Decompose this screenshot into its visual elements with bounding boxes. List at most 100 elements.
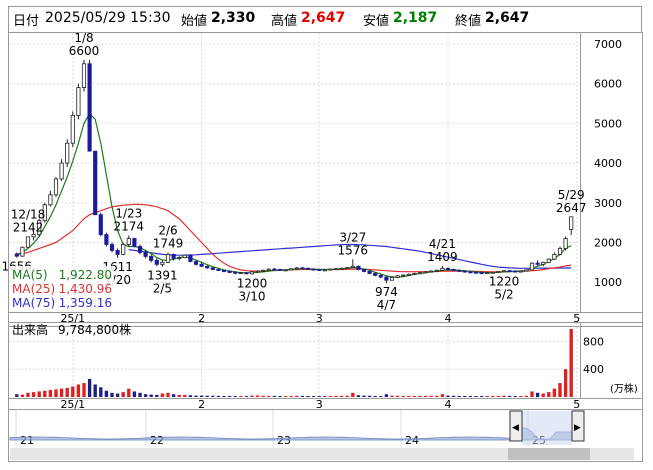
minimap-selection: [522, 411, 572, 445]
volume-bar-72: [418, 395, 422, 397]
legend-ma25-name: MA(25): [12, 282, 55, 296]
candle-body-19: [121, 244, 126, 255]
volume-bar-66: [384, 394, 389, 397]
volume-bar-39: [233, 396, 237, 397]
candle-body-96: [552, 254, 557, 260]
volume-bar-63: [367, 395, 372, 397]
candle-body-81: [468, 271, 473, 274]
volume-bar-21: [132, 391, 137, 397]
price-tick-3000: 3000: [594, 197, 622, 210]
volume-label: 出来高: [12, 322, 48, 337]
volume-bar-78: [451, 395, 456, 397]
annotation-date-12: 5/29: [558, 188, 585, 202]
candle-body-13: [87, 63, 92, 152]
candle-body-77: [445, 267, 451, 270]
candle-body-34: [205, 265, 210, 269]
annotation-price-9: 974: [375, 285, 398, 299]
vol-date-tick-2: 3: [316, 398, 323, 411]
candle-body-20: [126, 238, 131, 245]
legend-ma5-name: MA(5): [12, 268, 48, 282]
candle-body-8: [59, 162, 64, 180]
volume-bar-13: [87, 378, 92, 397]
candle-body-30: [182, 254, 187, 258]
annotation-price-10: 1409: [427, 250, 458, 264]
volume-bar-70: [407, 395, 411, 397]
volume-bar-2: [26, 392, 30, 397]
volume-bar-81: [468, 396, 473, 397]
candle-body-1: [20, 246, 25, 257]
vol-tick-800: 800: [583, 335, 604, 348]
candle-body-11: [76, 87, 81, 116]
volume-bar-71: [412, 395, 417, 397]
candle-body-68: [395, 275, 400, 278]
annotation-date-11: 5/2: [494, 287, 513, 301]
volume-bar-46: [272, 395, 277, 397]
candle-body-18: [115, 250, 120, 255]
date-tick-1: 2: [198, 312, 205, 325]
volume-bar-54: [317, 396, 321, 397]
candle-body-67: [389, 277, 395, 281]
candle-body-72: [417, 272, 423, 275]
volume-bar-8: [59, 388, 64, 397]
candle-body-85: [490, 271, 495, 274]
candle-body-92: [529, 262, 535, 271]
volume-bar-19: [121, 392, 125, 397]
price-grid: [9, 33, 580, 398]
minimap-year-1: 22: [150, 434, 164, 447]
volume-bar-85: [491, 395, 495, 397]
volume-bar-90: [519, 395, 523, 397]
annotation-price-7: 1576: [338, 243, 369, 257]
volume-bar-97: [558, 383, 562, 397]
candle-body-53: [311, 268, 316, 271]
volume-bar-64: [373, 395, 377, 397]
volume-bar-96: [552, 388, 557, 397]
candle-body-88: [507, 270, 512, 273]
volume-bar-41: [244, 396, 249, 397]
minimap-year-0: 21: [20, 434, 34, 447]
price-tick-2000: 2000: [594, 236, 622, 249]
candle-body-21: [132, 238, 137, 247]
volume-bar-49: [289, 395, 293, 397]
volume-bar-59: [345, 395, 349, 397]
volume-bar-88: [507, 395, 512, 397]
candle-body-65: [378, 275, 383, 278]
volume-bar-5: [43, 390, 47, 397]
volume-bars: [9, 329, 580, 397]
volume-bar-34: [205, 395, 209, 397]
annotation-price-11: 1220: [489, 274, 520, 288]
candle-body-74: [429, 270, 434, 273]
candle-body-71: [412, 273, 417, 275]
volume-bar-35: [211, 395, 215, 397]
vol-date-tick-1: 2: [198, 398, 205, 411]
candle-body-41: [244, 272, 249, 275]
volume-bar-74: [429, 395, 433, 397]
candle-body-87: [501, 270, 507, 273]
candle-body-42: [249, 271, 255, 275]
volume-bar-38: [227, 395, 232, 397]
legend-ma25-value: 1,430.96: [59, 282, 112, 296]
candle-body-46: [272, 268, 277, 271]
candle-body-62: [361, 269, 367, 272]
volume-bar-58: [339, 395, 344, 397]
candle-body-10: [70, 115, 75, 144]
volume-bar-42: [250, 395, 254, 397]
volume-bar-47: [278, 396, 282, 397]
candle-body-31: [188, 254, 193, 262]
volume-bar-56: [328, 395, 333, 397]
legend-ma5-value: 1,922.80: [59, 268, 112, 282]
candle-body-64: [373, 273, 378, 276]
candle-body-14: [93, 150, 98, 216]
volume-bar-75: [435, 395, 439, 397]
candle-body-27: [165, 254, 171, 263]
volume-bar-1: [20, 394, 25, 397]
candle-body-0: [14, 253, 19, 257]
candle-body-82: [473, 271, 479, 274]
vol-tick-400: 400: [583, 363, 604, 376]
annotation-date-10: 4/21: [429, 237, 456, 251]
volume-bar-44: [261, 395, 265, 397]
minimap-scrollbar-thumb[interactable]: [508, 448, 590, 460]
volume-unit: (万株): [610, 382, 638, 395]
annotation-date-7: 3/27: [339, 230, 366, 244]
candle-body-49: [289, 268, 294, 271]
annotation-price-1: 2142: [13, 221, 44, 235]
